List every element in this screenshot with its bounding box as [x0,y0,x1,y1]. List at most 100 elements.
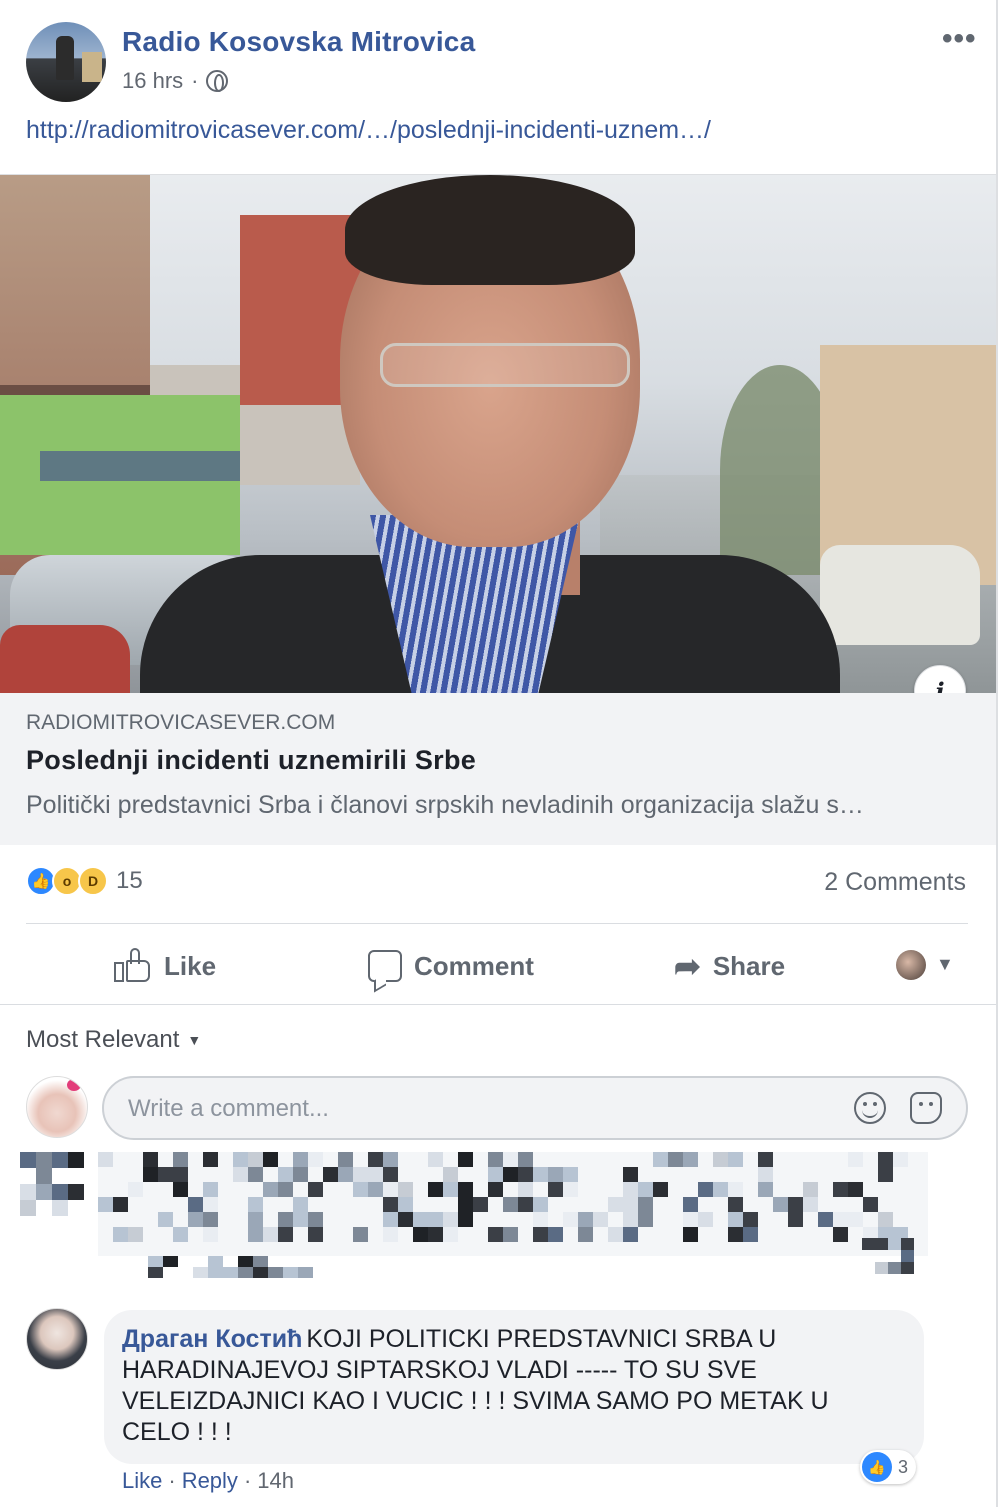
pixel-block [308,1227,323,1242]
pixel-block [803,1182,818,1197]
photo-red-car [0,625,130,693]
pixel-block [638,1212,653,1227]
pixel-block [888,1262,901,1274]
pixel-block [458,1152,473,1167]
pixel-block [623,1212,638,1227]
pixel-block [875,1262,888,1274]
pixel-block [608,1227,623,1242]
pixel-block [833,1212,848,1227]
pixel-block [533,1212,548,1227]
pixel-block [488,1182,503,1197]
pixel-block [308,1182,323,1197]
page-name-link[interactable]: Radio Kosovska Mitrovica [122,26,475,58]
pixel-block [653,1182,668,1197]
globe-icon[interactable] [206,70,229,92]
pixel-block [428,1212,443,1227]
reaction-count[interactable]: 15 [116,867,143,895]
pixel-block [283,1267,298,1278]
pixel-block [788,1212,803,1227]
pixel-block [833,1227,848,1242]
post-meta: 16 hrs · [122,68,229,94]
pixel-block [443,1167,458,1182]
sticker-icon[interactable] [910,1092,942,1124]
like-button-label: Like [164,950,217,981]
pixel-block [548,1182,563,1197]
pixel-block [173,1152,188,1167]
pixel-block [518,1197,533,1212]
pixel-block [20,1184,36,1200]
pixel-block [878,1167,893,1182]
viewer-avatar[interactable] [896,950,926,980]
commenter-avatar[interactable] [26,1308,88,1370]
comment-input[interactable] [128,1092,828,1126]
pixel-block [68,1184,84,1200]
chevron-down-icon[interactable]: ▼ [936,954,954,975]
pixel-block [443,1182,458,1197]
meta-separator: · [168,1468,176,1493]
pixel-block [203,1212,218,1227]
pixel-block [683,1152,698,1167]
post-time[interactable]: 16 hrs [122,68,183,94]
pixel-block [503,1167,518,1182]
comment-reaction-badge[interactable]: 👍 3 [860,1450,917,1484]
pixel-block [593,1212,608,1227]
pixel-block [563,1167,578,1182]
pixel-block [548,1167,563,1182]
pixel-block [503,1152,518,1167]
pixel-block [901,1262,914,1274]
reactions-summary[interactable]: 👍 o D 15 [26,866,143,896]
pixel-block [758,1182,773,1197]
ellipsis-icon[interactable]: ••• [942,22,977,56]
comment-button[interactable]: Comment [368,944,534,988]
photo-kiosk-awning [40,451,240,481]
pixel-block [728,1152,743,1167]
pixel-block [158,1167,173,1182]
preview-title[interactable]: Poslednji incidenti uznemirili Srbe [26,745,476,776]
pixel-block [488,1152,503,1167]
pixel-block [398,1182,413,1197]
comment-reply-link[interactable]: Reply [182,1468,238,1494]
pixel-block [293,1197,308,1212]
page-avatar[interactable] [26,22,106,102]
comment-time[interactable]: 14h [257,1468,294,1494]
pixel-block [98,1152,113,1167]
pixel-block [323,1167,338,1182]
pixel-block [173,1182,188,1197]
pixel-block [488,1227,503,1242]
pixel-block [238,1267,253,1278]
pixel-block [293,1152,308,1167]
pixelated-reaction-badge [862,1238,914,1274]
current-user-avatar[interactable] [26,1076,88,1138]
comment-author[interactable]: Драган Костић [122,1325,302,1353]
pixel-block [668,1152,683,1167]
emoji-icon[interactable] [854,1092,886,1124]
share-arrow-icon: ➦ [674,948,701,984]
comment-sort-label: Most Relevant [26,1026,180,1053]
comment-reaction-count: 3 [898,1456,909,1477]
divider [26,923,968,924]
meta-separator: · [191,68,199,93]
pixel-block [263,1152,278,1167]
pixel-block [878,1212,893,1227]
pixel-block [36,1184,52,1200]
pixel-block [875,1238,888,1250]
meta-separator: · [243,1468,252,1493]
pixel-block [113,1227,128,1242]
pixel-block [428,1227,443,1242]
comment-composer[interactable] [102,1076,968,1140]
pixel-block [248,1227,263,1242]
link-preview[interactable]: i RADIOMITROVICASEVER.COM Poslednji inci… [0,174,996,845]
pixel-block [163,1256,178,1267]
preview-image[interactable] [0,175,996,693]
comment-like-link[interactable]: Like [122,1468,162,1494]
pixel-block [253,1267,268,1278]
post-link[interactable]: http://radiomitrovicasever.com/…/posledn… [26,116,711,145]
share-button[interactable]: ➦ Share [674,944,785,988]
comments-count[interactable]: 2 Comments [824,868,966,897]
like-button[interactable]: Like [114,944,216,988]
preview-text-block[interactable]: RADIOMITROVICASEVER.COM Poslednji incide… [0,693,996,845]
pixel-block [698,1212,713,1227]
comment-sort-dropdown[interactable]: Most Relevant ▼ [26,1026,201,1054]
pixel-block [893,1152,908,1167]
pixel-block [52,1152,68,1168]
